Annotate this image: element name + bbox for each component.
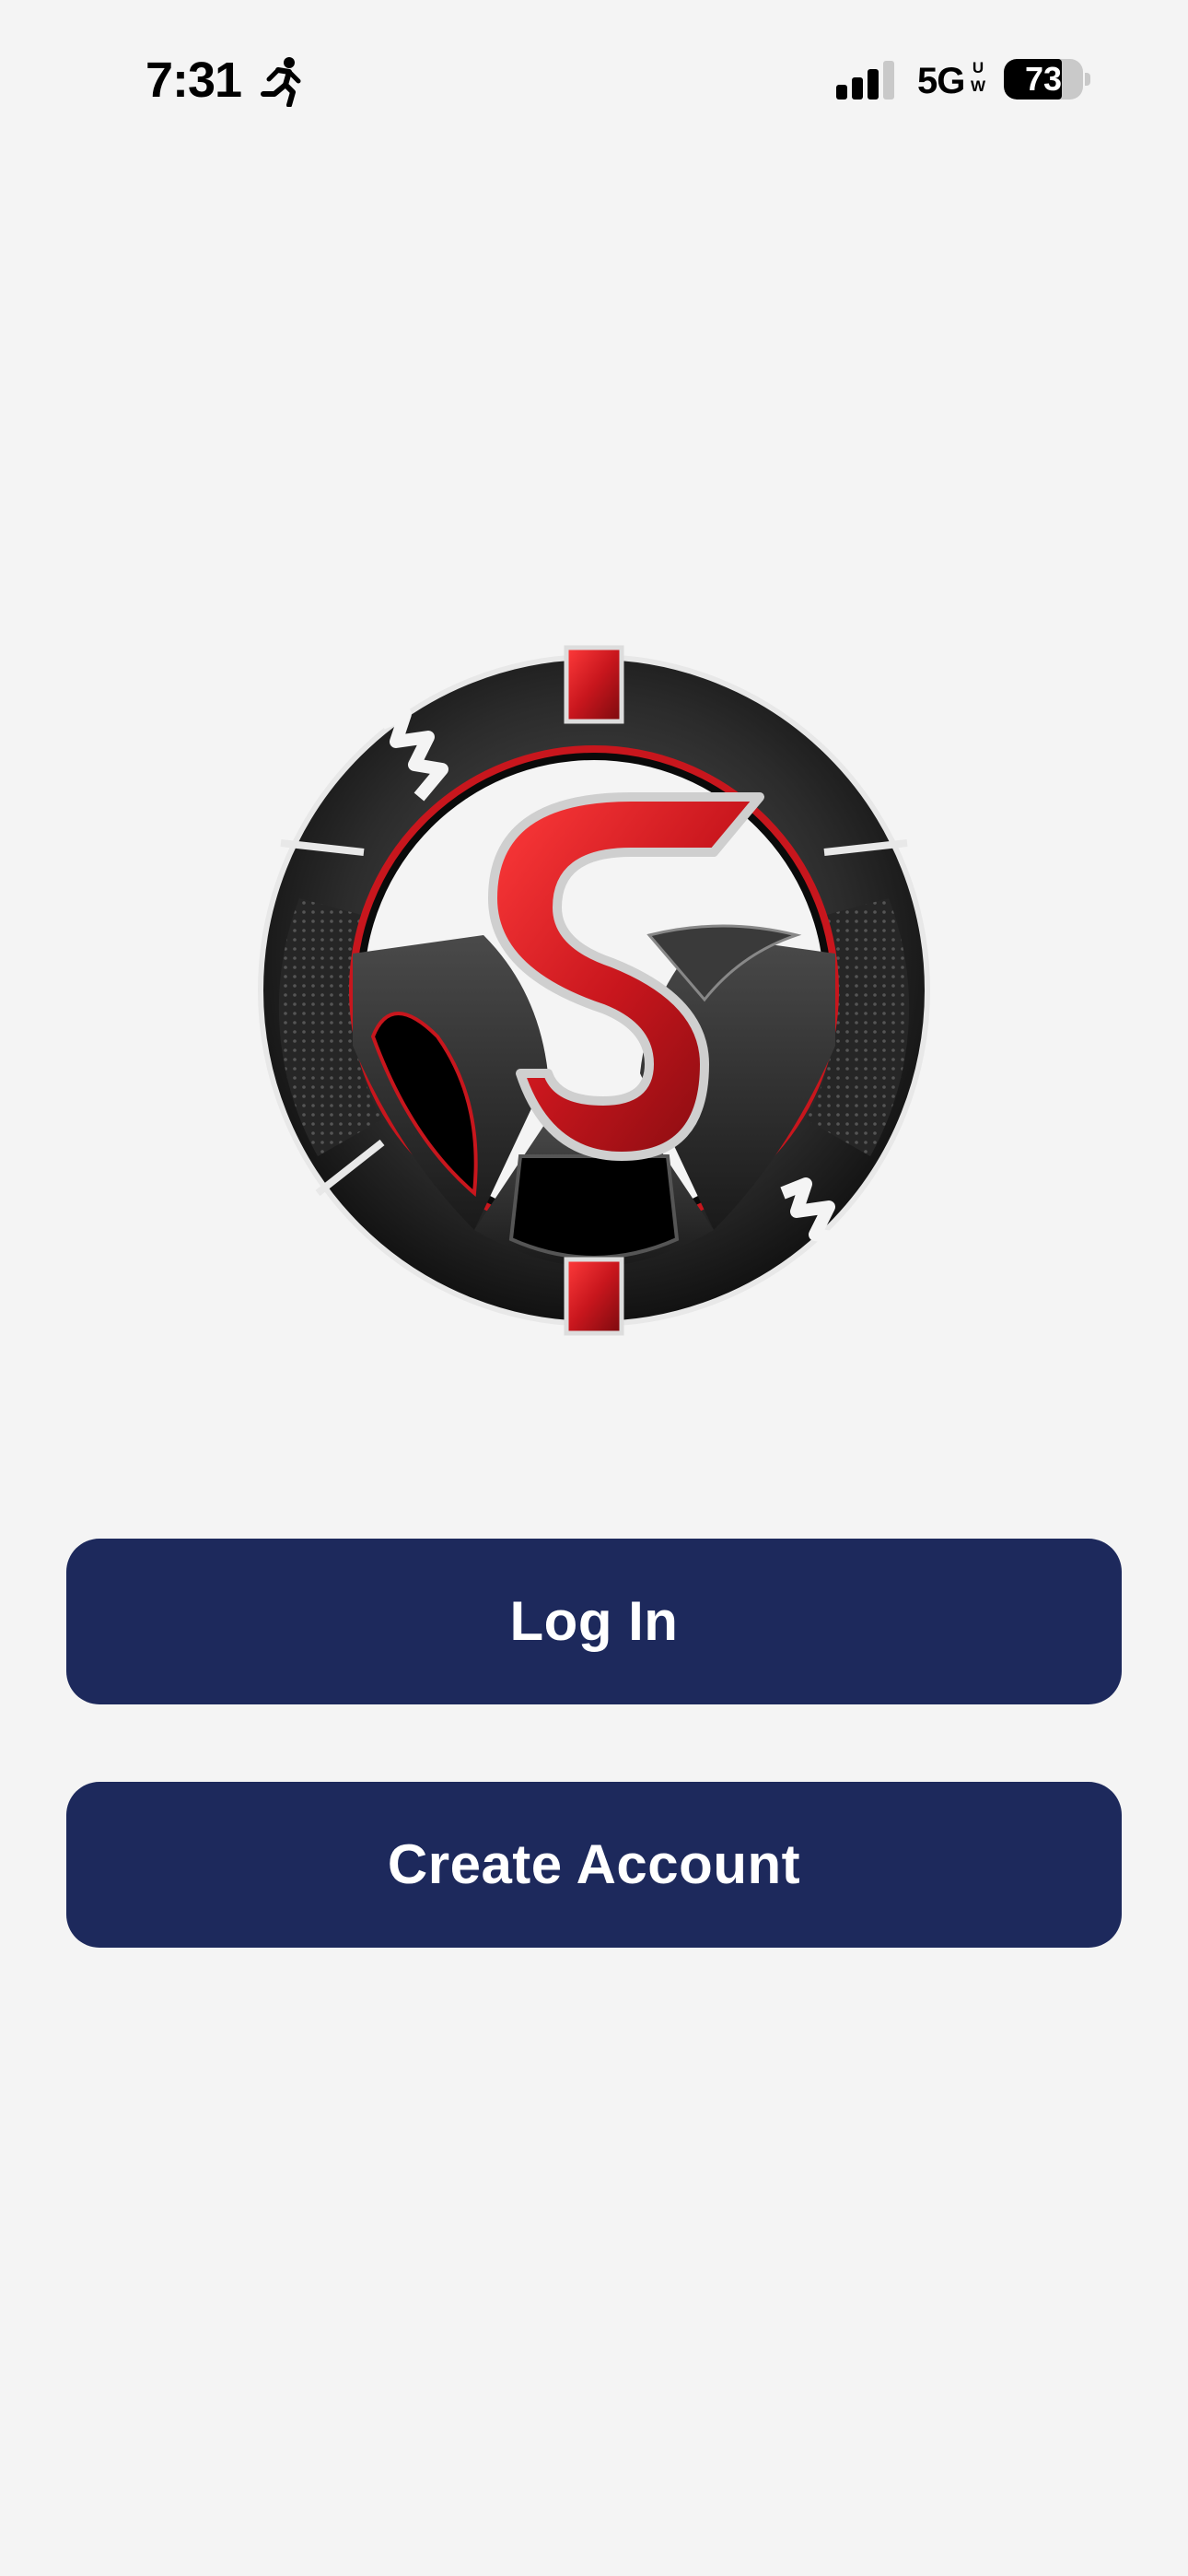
network-suffix-top: U: [972, 59, 984, 76]
battery-percent: 73: [1024, 60, 1063, 98]
cellular-signal-icon: [836, 61, 894, 100]
network-suffix-bottom: W: [970, 77, 986, 95]
network-type-label: 5G: [917, 61, 965, 101]
create-account-button[interactable]: Create Account: [66, 1782, 1122, 1948]
status-time: 7:31: [146, 53, 242, 108]
steering-wheel-s-logo-icon: [244, 640, 944, 1341]
running-figure-icon: [261, 57, 301, 107]
status-bar: 7:31 5G U W 73: [0, 0, 1188, 157]
battery-icon: 73: [1004, 59, 1090, 100]
network-uw-badge: U W: [967, 59, 989, 96]
log-in-button[interactable]: Log In: [66, 1539, 1122, 1704]
